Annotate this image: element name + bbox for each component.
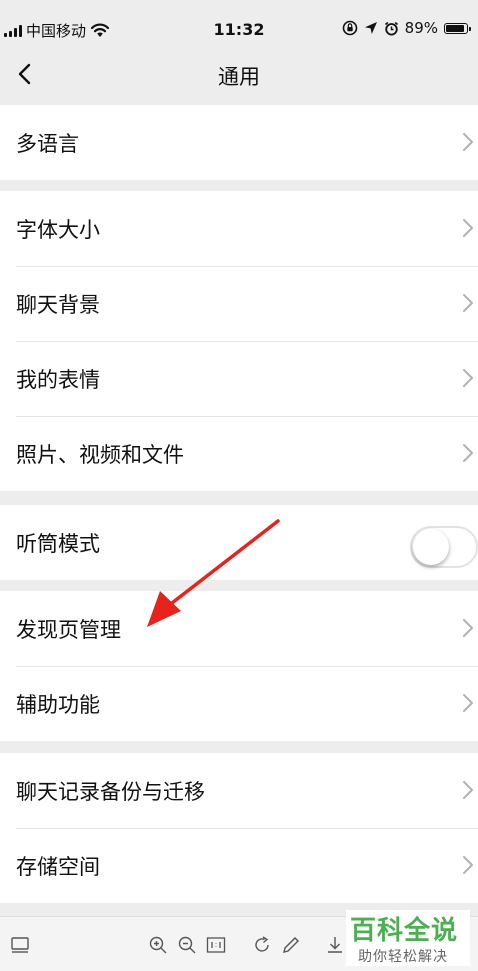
zoom-in-icon[interactable] <box>148 935 168 955</box>
row-label: 我的表情 <box>16 367 100 392</box>
chevron-right-icon <box>463 369 473 387</box>
row-label: 存储空间 <box>16 854 100 879</box>
watermark-subtitle: 助你轻松解决 <box>358 949 448 965</box>
chevron-right-icon <box>463 133 473 151</box>
row-font-size[interactable]: 字体大小 <box>0 191 478 266</box>
chevron-right-icon <box>463 444 473 462</box>
row-label: 聊天记录备份与迁移 <box>16 779 205 804</box>
row-label: 发现页管理 <box>16 617 121 642</box>
settings-group-storage: 聊天记录备份与迁移 存储空间 <box>0 753 478 903</box>
settings-group-discover: 发现页管理 辅助功能 <box>0 591 478 741</box>
navigation-bar: 通用 <box>0 44 478 104</box>
rotation-lock-icon <box>342 20 357 36</box>
watermark-title: 百科全说 <box>350 916 459 946</box>
row-accessibility[interactable]: 辅助功能 <box>0 666 478 741</box>
chevron-right-icon <box>463 219 473 237</box>
chevron-right-icon <box>463 294 473 312</box>
chevron-right-icon <box>463 619 473 637</box>
page-title: 通用 <box>218 65 260 89</box>
thumbnail-icon[interactable] <box>10 935 30 955</box>
row-label: 照片、视频和文件 <box>16 442 184 467</box>
row-label: 聊天背景 <box>16 292 100 317</box>
zoom-out-icon[interactable] <box>177 935 197 955</box>
row-storage-space[interactable]: 存储空间 <box>0 828 478 903</box>
status-right: 89% <box>342 19 471 37</box>
battery-percent: 89% <box>404 19 438 37</box>
row-language[interactable]: 多语言 <box>0 105 478 180</box>
rotate-icon[interactable] <box>252 935 272 955</box>
row-earpiece-mode: 听筒模式 <box>0 505 478 580</box>
row-label: 听筒模式 <box>16 531 100 556</box>
row-label: 多语言 <box>16 131 79 156</box>
earpiece-mode-toggle[interactable] <box>410 526 478 568</box>
settings-group-earpiece: 听筒模式 <box>0 505 478 580</box>
toggle-knob <box>413 529 449 565</box>
row-my-stickers[interactable]: 我的表情 <box>0 341 478 416</box>
location-icon <box>364 22 377 34</box>
row-discover-management[interactable]: 发现页管理 <box>0 591 478 666</box>
settings-group-display: 字体大小 聊天背景 我的表情 照片、视频和文件 <box>0 191 478 491</box>
row-label: 辅助功能 <box>16 692 100 717</box>
settings-group-language: 多语言 <box>0 105 478 180</box>
actual-size-icon[interactable] <box>206 935 226 955</box>
alarm-icon <box>384 21 398 36</box>
row-label: 字体大小 <box>16 217 100 242</box>
row-chat-backup-migration[interactable]: 聊天记录备份与迁移 <box>0 753 478 828</box>
row-chat-background[interactable]: 聊天背景 <box>0 266 478 341</box>
watermark: 百科全说 助你轻松解决 <box>346 910 470 966</box>
chevron-right-icon <box>463 781 473 799</box>
battery-icon <box>444 22 471 34</box>
download-icon[interactable] <box>325 935 345 955</box>
pencil-icon[interactable] <box>281 935 301 955</box>
row-photos-videos-files[interactable]: 照片、视频和文件 <box>0 416 478 491</box>
chevron-right-icon <box>463 856 473 874</box>
chevron-right-icon <box>463 694 473 712</box>
